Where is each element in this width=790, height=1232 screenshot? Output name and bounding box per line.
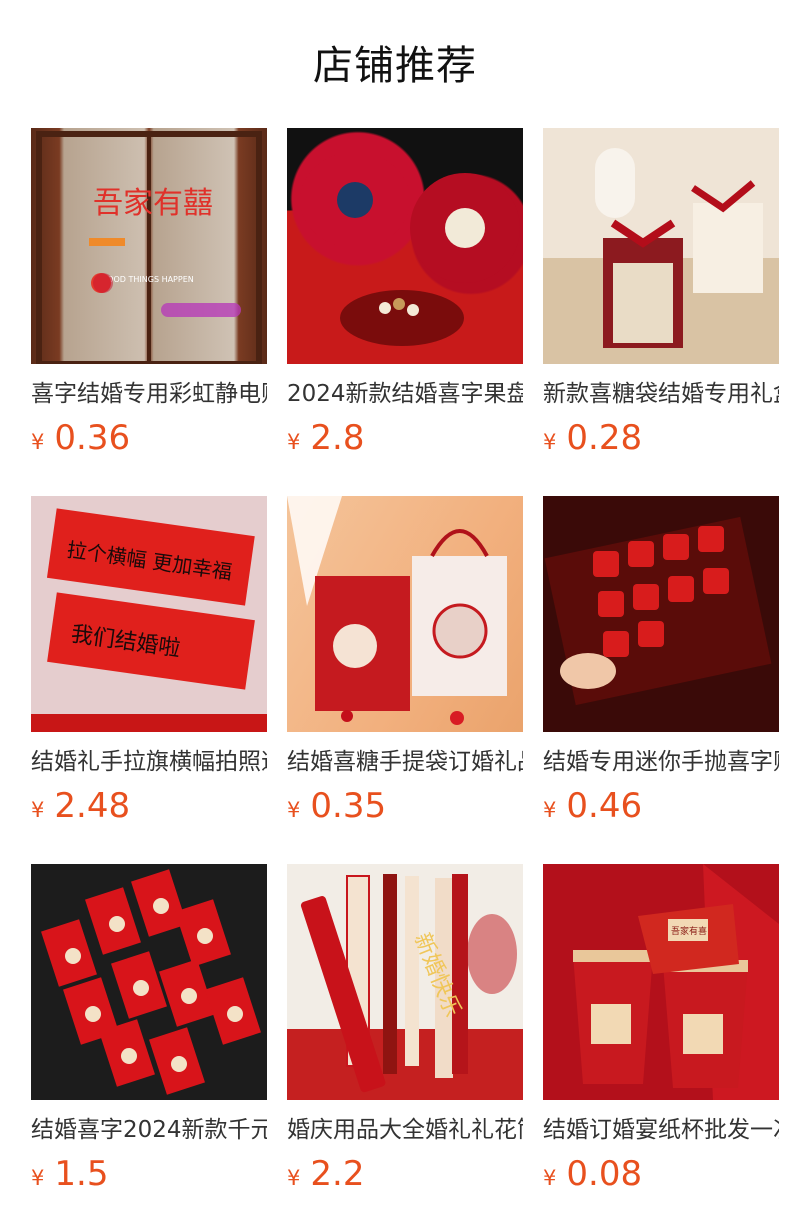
wedding-door-sticker-image: 吾家有囍 GOOD THINGS HAPPEN	[36, 131, 262, 364]
gift-bag-image	[287, 496, 507, 725]
candy-box-image	[595, 148, 763, 348]
product-name[interactable]: 婚庆用品大全婚礼礼花筒	[287, 1116, 523, 1144]
product-image[interactable]: 吾家有喜	[543, 864, 779, 1100]
product-price: ¥0.46	[543, 786, 779, 826]
product-card[interactable]: 结婚喜字2024新款千元红包 ¥1.5	[31, 864, 267, 1232]
currency-symbol: ¥	[287, 798, 301, 822]
product-name[interactable]: 结婚喜字2024新款千元红包	[31, 1116, 267, 1144]
product-price: ¥0.28	[543, 418, 779, 458]
product-name[interactable]: 结婚专用迷你手抛喜字贴	[543, 748, 779, 776]
red-envelopes-image	[41, 869, 261, 1095]
product-image[interactable]: 拉个横幅 更加幸福 我们结婚啦	[31, 496, 267, 732]
product-card[interactable]: 新款喜糖袋结婚专用礼盒 ¥0.28	[543, 128, 779, 496]
currency-symbol: ¥	[543, 798, 557, 822]
product-price: ¥1.5	[31, 1154, 267, 1194]
price-value: 0.08	[566, 1154, 643, 1194]
paper-cups-image: 吾家有喜	[573, 864, 779, 1100]
art-text-cup: 吾家有喜	[671, 925, 707, 937]
currency-symbol: ¥	[543, 430, 557, 454]
product-grid: 吾家有囍 GOOD THINGS HAPPEN 喜字结婚专用彩虹静电贴 ¥0.3…	[31, 128, 790, 1232]
price-value: 2.48	[54, 786, 131, 826]
product-price: ¥2.48	[31, 786, 267, 826]
product-name[interactable]: 喜字结婚专用彩虹静电贴	[31, 380, 267, 408]
currency-symbol: ¥	[287, 1166, 301, 1190]
product-name[interactable]: 结婚礼手拉旗横幅拍照道具	[31, 748, 267, 776]
price-value: 2.2	[310, 1154, 365, 1194]
product-image[interactable]	[287, 496, 523, 732]
product-card[interactable]: 2024新款结婚喜字果盘 ¥2.8	[287, 128, 523, 496]
price-value: 0.28	[566, 418, 643, 458]
product-price: ¥0.36	[31, 418, 267, 458]
price-value: 0.35	[310, 786, 387, 826]
currency-symbol: ¥	[31, 798, 45, 822]
fruit-plate-image	[300, 152, 520, 346]
product-price: ¥2.8	[287, 418, 523, 458]
confetti-cannon-image: 新婚快乐	[300, 874, 517, 1093]
product-card[interactable]: 拉个横幅 更加幸福 我们结婚啦 结婚礼手拉旗横幅拍照道具 ¥2.48	[31, 496, 267, 864]
product-image[interactable]	[31, 864, 267, 1100]
currency-symbol: ¥	[31, 1166, 45, 1190]
currency-symbol: ¥	[287, 430, 301, 454]
banner-props-image: 拉个横幅 更加幸福 我们结婚啦	[31, 496, 267, 732]
product-card[interactable]: 新婚快乐 婚庆用品大全婚礼礼花筒 ¥2.2	[287, 864, 523, 1232]
mini-xi-stickers-image	[544, 516, 772, 706]
currency-symbol: ¥	[31, 430, 45, 454]
product-name[interactable]: 新款喜糖袋结婚专用礼盒	[543, 380, 779, 408]
product-image[interactable]: 新婚快乐	[287, 864, 523, 1100]
product-card[interactable]: 结婚喜糖手提袋订婚礼品袋 ¥0.35	[287, 496, 523, 864]
product-name[interactable]: 结婚喜糖手提袋订婚礼品袋	[287, 748, 523, 776]
price-value: 0.36	[54, 418, 131, 458]
product-image[interactable]: 吾家有囍 GOOD THINGS HAPPEN	[31, 128, 267, 364]
product-price: ¥2.2	[287, 1154, 523, 1194]
price-value: 1.5	[54, 1154, 109, 1194]
product-card[interactable]: 结婚专用迷你手抛喜字贴 ¥0.46	[543, 496, 779, 864]
product-image[interactable]	[287, 128, 523, 364]
page-title: 店铺推荐	[313, 43, 477, 89]
price-value: 0.46	[566, 786, 643, 826]
product-price: ¥0.08	[543, 1154, 779, 1194]
product-card[interactable]: 吾家有喜 结婚订婚宴纸杯批发一次性 ¥0.08	[543, 864, 779, 1232]
product-image[interactable]	[543, 496, 779, 732]
art-text-sub: GOOD THINGS HAPPEN	[101, 275, 194, 284]
price-value: 2.8	[310, 418, 365, 458]
product-image[interactable]	[543, 128, 779, 364]
product-card[interactable]: 吾家有囍 GOOD THINGS HAPPEN 喜字结婚专用彩虹静电贴 ¥0.3…	[31, 128, 267, 496]
product-name[interactable]: 结婚订婚宴纸杯批发一次性	[543, 1116, 779, 1144]
product-price: ¥0.35	[287, 786, 523, 826]
currency-symbol: ¥	[543, 1166, 557, 1190]
art-text-main: 吾家有囍	[93, 186, 213, 221]
product-name[interactable]: 2024新款结婚喜字果盘	[287, 380, 523, 408]
